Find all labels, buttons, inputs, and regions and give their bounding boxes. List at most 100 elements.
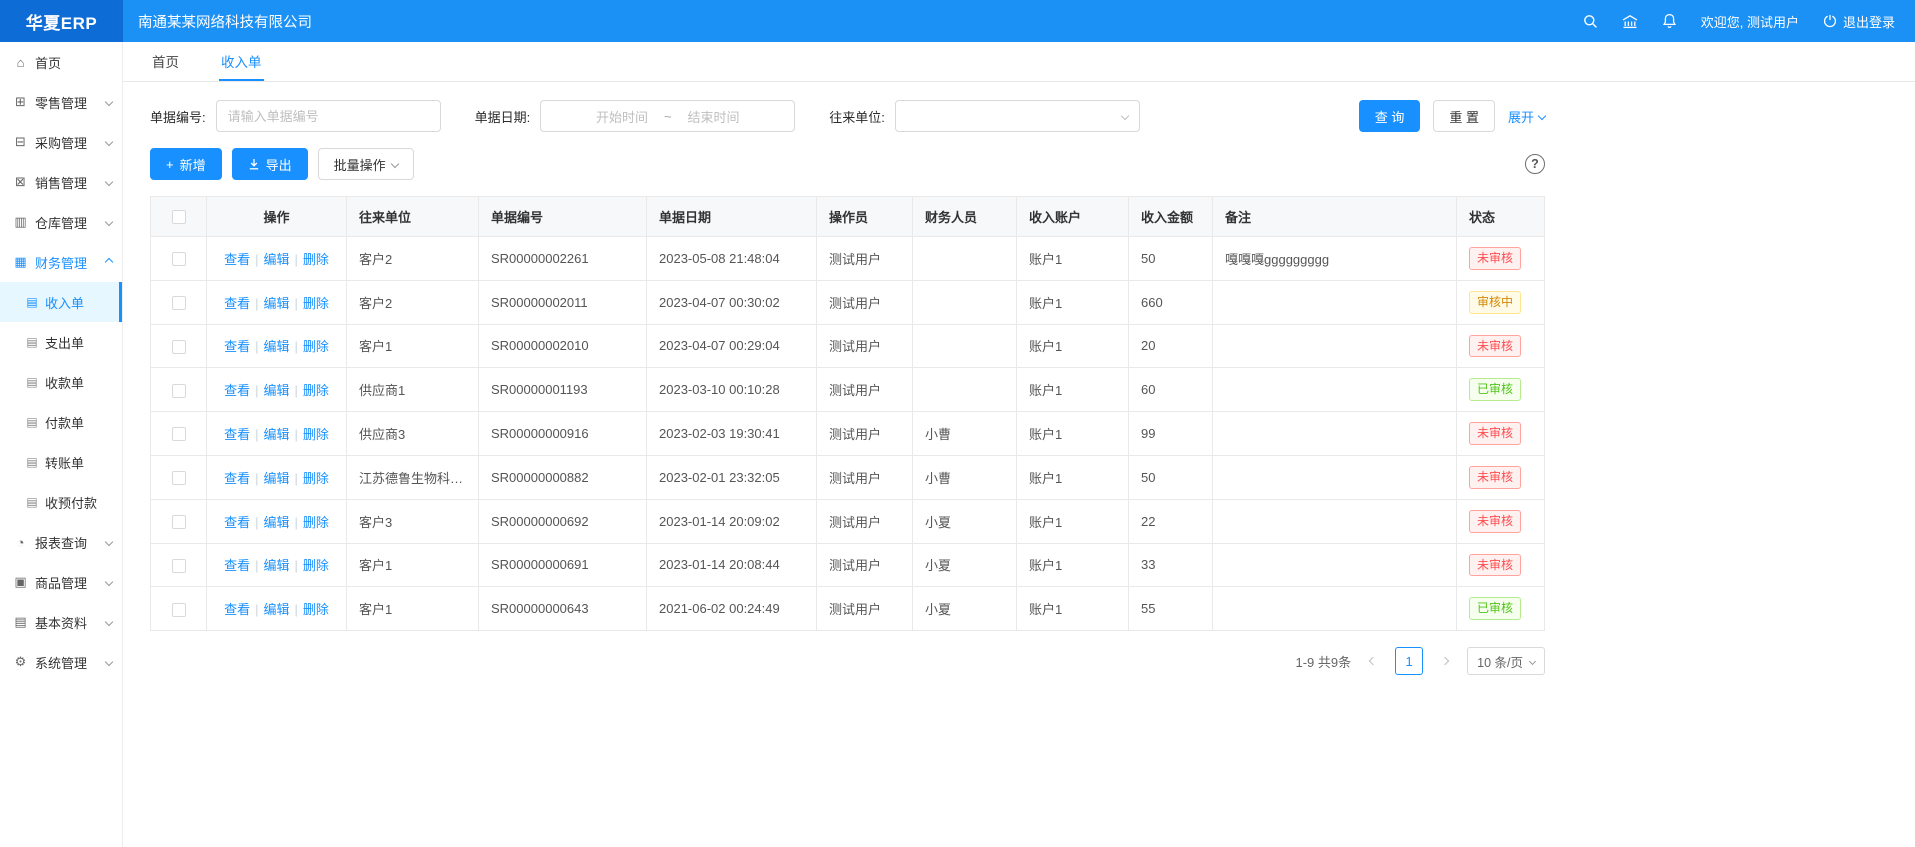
- income-amount-cell: 22: [1129, 499, 1213, 543]
- finance-person-cell: [913, 237, 1017, 281]
- edit-link[interactable]: 编辑: [263, 339, 289, 354]
- date-range-picker[interactable]: 开始时间 ~ 结束时间: [540, 100, 795, 132]
- current-page-button[interactable]: 1: [1395, 647, 1423, 675]
- view-link[interactable]: 查看: [224, 339, 250, 354]
- view-link[interactable]: 查看: [224, 427, 250, 442]
- income-amount-cell: 55: [1129, 587, 1213, 631]
- delete-link[interactable]: 删除: [303, 296, 329, 311]
- row-checkbox[interactable]: [172, 471, 186, 485]
- page-size-select[interactable]: 10 条/页: [1467, 647, 1545, 675]
- status-badge: 审核中: [1469, 291, 1521, 314]
- delete-link[interactable]: 删除: [303, 602, 329, 617]
- warehouse-icon: ▥: [13, 214, 28, 230]
- view-link[interactable]: 查看: [224, 602, 250, 617]
- row-checkbox[interactable]: [172, 515, 186, 529]
- delete-link[interactable]: 删除: [303, 252, 329, 267]
- home-icon: ⌂: [13, 55, 28, 70]
- add-button[interactable]: + 新增: [150, 148, 222, 180]
- prev-page-button[interactable]: [1361, 647, 1385, 675]
- gear-icon: ⚙: [13, 654, 28, 670]
- edit-link[interactable]: 编辑: [263, 471, 289, 486]
- row-checkbox[interactable]: [172, 603, 186, 617]
- delete-link[interactable]: 删除: [303, 339, 329, 354]
- edit-link[interactable]: 编辑: [263, 383, 289, 398]
- batch-actions-button[interactable]: 批量操作: [318, 148, 414, 180]
- next-page-button[interactable]: [1433, 647, 1457, 675]
- operation-cell: 查看|编辑|删除: [207, 587, 347, 631]
- chevron-down-icon: [106, 179, 112, 185]
- sidebar-item-purchase[interactable]: ⊟ 采购管理: [0, 122, 122, 162]
- sidebar-item-goods[interactable]: ▣ 商品管理: [0, 562, 122, 602]
- view-link[interactable]: 查看: [224, 515, 250, 530]
- row-checkbox[interactable]: [172, 559, 186, 573]
- edit-link[interactable]: 编辑: [263, 558, 289, 573]
- sidebar-item-finance[interactable]: ▦ 财务管理: [0, 242, 122, 282]
- income-account-cell: 账户1: [1017, 324, 1129, 368]
- row-checkbox[interactable]: [172, 384, 186, 398]
- partner-cell: 客户1: [347, 587, 479, 631]
- notification-bell-icon[interactable]: [1662, 13, 1677, 29]
- search-icon[interactable]: [1583, 14, 1598, 29]
- edit-link[interactable]: 编辑: [263, 296, 289, 311]
- status-cell: 未审核: [1457, 455, 1545, 499]
- bill-number-input[interactable]: [216, 100, 441, 132]
- search-button[interactable]: 查 询: [1359, 100, 1421, 132]
- filter-row: 单据编号: 单据日期: 开始时间 ~ 结束时间 往来单位:: [150, 100, 1545, 132]
- remark-cell: 嘎嘎嘎ggggggggg: [1213, 237, 1457, 281]
- row-checkbox[interactable]: [172, 340, 186, 354]
- view-link[interactable]: 查看: [224, 471, 250, 486]
- tab-home[interactable]: 首页: [150, 42, 181, 81]
- submenu-item[interactable]: ▤ 收入单: [0, 282, 122, 322]
- operation-cell: 查看|编辑|删除: [207, 412, 347, 456]
- view-link[interactable]: 查看: [224, 558, 250, 573]
- submenu-item[interactable]: ▤ 支出单: [0, 322, 122, 362]
- delete-link[interactable]: 删除: [303, 427, 329, 442]
- submenu-item[interactable]: ▤ 付款单: [0, 402, 122, 442]
- tab-income-bill[interactable]: 收入单: [219, 42, 264, 81]
- expand-link[interactable]: 展开: [1508, 107, 1545, 126]
- col-operation: 操作: [207, 197, 347, 237]
- content: 单据编号: 单据日期: 开始时间 ~ 结束时间 往来单位:: [150, 82, 1545, 675]
- sidebar-item-retail[interactable]: ⊞ 零售管理: [0, 82, 122, 122]
- select-all-checkbox[interactable]: [172, 210, 186, 224]
- sidebar-item-warehouse[interactable]: ▥ 仓库管理: [0, 202, 122, 242]
- edit-link[interactable]: 编辑: [263, 427, 289, 442]
- reset-button[interactable]: 重 置: [1433, 100, 1495, 132]
- edit-link[interactable]: 编辑: [263, 602, 289, 617]
- operator-cell: 测试用户: [817, 237, 913, 281]
- bill-number-cell: SR00000001193: [479, 368, 647, 412]
- delete-link[interactable]: 删除: [303, 383, 329, 398]
- edit-link[interactable]: 编辑: [263, 252, 289, 267]
- sidebar-item-system[interactable]: ⚙ 系统管理: [0, 642, 122, 682]
- user-menu[interactable]: 欢迎您, 测试用户: [1701, 12, 1799, 31]
- submenu-item[interactable]: ▤ 收款单: [0, 362, 122, 402]
- chevron-down-icon: [106, 619, 112, 625]
- edit-link[interactable]: 编辑: [263, 515, 289, 530]
- table-row: 查看|编辑|删除 供应商1 SR00000001193 2023-03-10 0…: [151, 368, 1545, 412]
- row-checkbox[interactable]: [172, 427, 186, 441]
- view-link[interactable]: 查看: [224, 383, 250, 398]
- remark-cell: [1213, 368, 1457, 412]
- logout-button[interactable]: 退出登录: [1823, 12, 1895, 31]
- view-link[interactable]: 查看: [224, 296, 250, 311]
- delete-link[interactable]: 删除: [303, 558, 329, 573]
- sidebar-item-basic-data[interactable]: ▤ 基本资料: [0, 602, 122, 642]
- view-link[interactable]: 查看: [224, 252, 250, 267]
- status-badge: 未审核: [1469, 335, 1521, 358]
- export-button[interactable]: 导出: [232, 148, 308, 180]
- partner-select[interactable]: [895, 100, 1140, 132]
- submenu-item[interactable]: ▤ 转账单: [0, 442, 122, 482]
- operator-cell: 测试用户: [817, 587, 913, 631]
- help-icon[interactable]: ?: [1525, 154, 1545, 174]
- sidebar-item-home[interactable]: ⌂ 首页: [0, 42, 122, 82]
- delete-link[interactable]: 删除: [303, 515, 329, 530]
- row-checkbox[interactable]: [172, 296, 186, 310]
- table-row: 查看|编辑|删除 客户3 SR00000000692 2023-01-14 20…: [151, 499, 1545, 543]
- remark-cell: [1213, 543, 1457, 587]
- submenu-item[interactable]: ▤ 收预付款: [0, 482, 122, 522]
- platform-icon[interactable]: [1622, 14, 1638, 29]
- sidebar-item-sales[interactable]: ⊠ 销售管理: [0, 162, 122, 202]
- delete-link[interactable]: 删除: [303, 471, 329, 486]
- sidebar-item-reports[interactable]: ◔ 报表查询: [0, 522, 122, 562]
- row-checkbox[interactable]: [172, 252, 186, 266]
